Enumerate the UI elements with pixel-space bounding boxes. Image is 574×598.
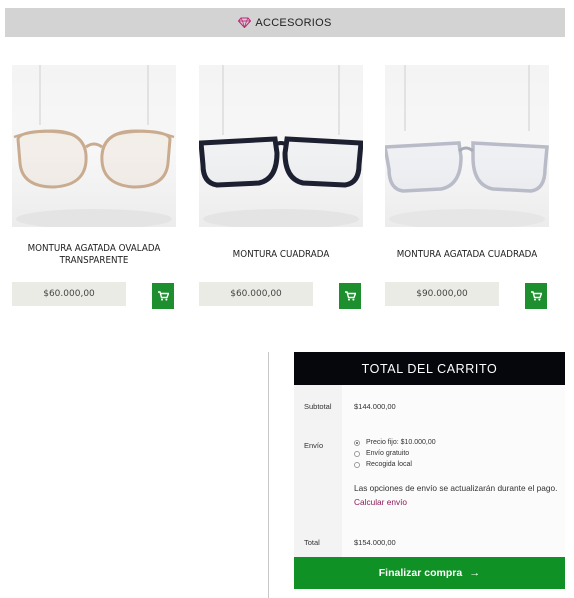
- product-price: $60.000,00: [199, 282, 313, 306]
- radio-button[interactable]: [354, 450, 360, 457]
- column-divider: [268, 352, 269, 598]
- radio-button-selected[interactable]: [354, 439, 360, 446]
- calculate-shipping-link[interactable]: Calcular envío: [354, 497, 407, 507]
- product-name[interactable]: MONTURA CUADRADA: [206, 240, 357, 270]
- section-header: ACCESORIOS: [5, 8, 565, 37]
- shopping-cart-icon: [157, 291, 169, 301]
- add-to-cart-button[interactable]: [525, 283, 547, 309]
- product-price: $60.000,00: [12, 282, 126, 306]
- shipping-option-local-pickup[interactable]: Recogida local: [354, 461, 565, 468]
- cart-totals-title: TOTAL DEL CARRITO: [294, 352, 565, 385]
- product-image[interactable]: [199, 65, 363, 227]
- arrow-right-icon: →: [469, 567, 481, 579]
- total-row: Total $154.000,00: [294, 525, 565, 559]
- shipping-option-free[interactable]: Envío gratuito: [354, 450, 565, 457]
- shopping-cart-icon: [530, 291, 542, 301]
- radio-button[interactable]: [354, 461, 360, 468]
- shipping-label: Envío: [294, 427, 342, 525]
- shipping-note: Las opciones de envío se actualizarán du…: [354, 483, 558, 493]
- add-to-cart-button[interactable]: [152, 283, 174, 309]
- product-card: MONTURA CUADRADA $60.000,00: [199, 65, 363, 309]
- shipping-row: Envío Precio fijo: $10.000,00 Envío grat…: [294, 427, 565, 525]
- product-card: MONTURA AGATADA OVALADA TRANSPARENTE $60…: [12, 65, 176, 309]
- total-value: $154.000,00: [342, 525, 565, 559]
- subtotal-label: Subtotal: [294, 385, 342, 427]
- shipping-option-label: Envío gratuito: [366, 450, 410, 457]
- shipping-option-flat-rate[interactable]: Precio fijo: $10.000,00: [354, 439, 565, 446]
- cart-totals-table: Subtotal $144.000,00 Envío Precio fijo: …: [294, 385, 565, 559]
- product-image[interactable]: [12, 65, 176, 227]
- product-price: $90.000,00: [385, 282, 499, 306]
- product-name[interactable]: MONTURA AGATADA CUADRADA: [392, 240, 543, 270]
- add-to-cart-button[interactable]: [339, 283, 361, 309]
- checkout-button-label: Finalizar compra: [378, 567, 463, 579]
- product-card: MONTURA AGATADA CUADRADA $90.000,00: [385, 65, 549, 309]
- cart-totals: TOTAL DEL CARRITO Subtotal $144.000,00 E…: [294, 352, 565, 559]
- square-glasses-image: [199, 65, 363, 227]
- checkout-button[interactable]: Finalizar compra →: [294, 557, 565, 589]
- shipping-option-label: Precio fijo: $10.000,00: [366, 439, 436, 446]
- product-name[interactable]: MONTURA AGATADA OVALADA TRANSPARENTE: [19, 240, 170, 270]
- product-image[interactable]: [385, 65, 549, 227]
- clear-square-glasses-image: [385, 65, 549, 227]
- oval-glasses-image: [13, 65, 175, 227]
- diamond-icon: [238, 17, 252, 28]
- shipping-option-label: Recogida local: [366, 461, 412, 468]
- subtotal-value: $144.000,00: [342, 385, 565, 427]
- shipping-options: Precio fijo: $10.000,00 Envío gratuito R…: [342, 427, 565, 525]
- total-label: Total: [294, 525, 342, 559]
- subtotal-row: Subtotal $144.000,00: [294, 385, 565, 427]
- shopping-cart-icon: [344, 291, 356, 301]
- section-title: ACCESORIOS: [255, 16, 332, 29]
